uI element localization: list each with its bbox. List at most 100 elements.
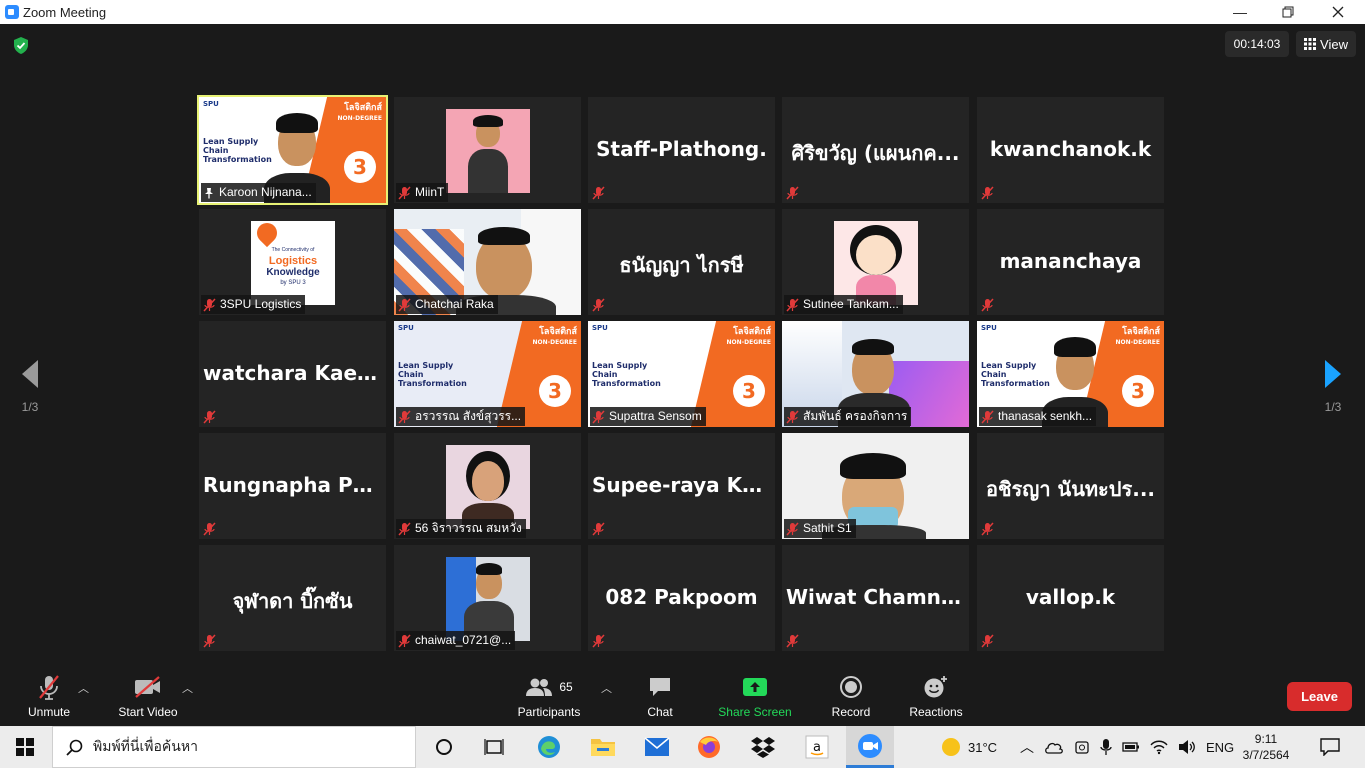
- firefox-button[interactable]: [688, 726, 730, 768]
- slide-course: Lean Supply Chain Transformation: [398, 361, 467, 388]
- pager-left[interactable]: 1/3: [18, 358, 42, 414]
- minimize-button[interactable]: —: [1217, 0, 1263, 24]
- start-button[interactable]: [0, 726, 50, 768]
- slide-course: Lean Supply Chain Transformation: [981, 361, 1050, 388]
- participant-display-name: อชิรญา นันทะปร...: [985, 477, 1156, 501]
- participant-tile[interactable]: ธนัญญา ไกรษี: [588, 209, 775, 315]
- leave-button[interactable]: Leave: [1287, 682, 1352, 711]
- clock[interactable]: 9:11 3/7/2564: [1236, 726, 1296, 768]
- next-page-icon[interactable]: [1321, 358, 1345, 390]
- participant-tile[interactable]: สัมพันธ์ ครองกิจการ: [782, 321, 969, 427]
- muted-mic-icon: [981, 633, 994, 648]
- battery-icon[interactable]: [1122, 741, 1140, 753]
- record-label: Record: [831, 705, 871, 719]
- unmute-button[interactable]: Unmute: [18, 664, 80, 724]
- participants-button[interactable]: 65 Participants: [512, 664, 586, 724]
- participant-tile[interactable]: Staff-Plathong.: [588, 97, 775, 203]
- participant-tile[interactable]: watchara Kaewt...: [199, 321, 386, 427]
- muted-mic-icon: [592, 633, 605, 648]
- participant-display-name: จุฬาดา บิ๊กซัน: [232, 589, 353, 613]
- window-titlebar: Zoom Meeting —: [0, 0, 1365, 24]
- participants-label: Participants: [517, 705, 581, 719]
- muted-mic-icon: [786, 185, 799, 200]
- share-screen-button[interactable]: Share Screen: [712, 664, 798, 724]
- meeting-toolbar: Unmute ︿ Start Video ︿ 65 Participants ︿…: [0, 664, 1365, 724]
- participant-name-tag: [590, 183, 609, 202]
- windows-logo-icon: [16, 738, 34, 756]
- task-view-button[interactable]: [474, 726, 514, 768]
- participant-tile[interactable]: 082 Pakpoom: [588, 545, 775, 651]
- participant-name-tag: อรวรรณ สังข์สุวรร...: [396, 407, 526, 426]
- participant-name-tag: [590, 631, 609, 650]
- view-button[interactable]: View: [1296, 31, 1356, 57]
- folder-icon: [591, 739, 615, 756]
- audio-options-chevron-up-icon[interactable]: ︿: [78, 680, 89, 696]
- mail-button[interactable]: [636, 726, 678, 768]
- dropbox-button[interactable]: [742, 726, 784, 768]
- participant-hair: [473, 115, 503, 127]
- muted-mic-icon: [203, 521, 216, 536]
- participant-name-tag: [784, 631, 803, 650]
- participant-tile[interactable]: SPU Lean Supply Chain Transformation โลจิส…: [197, 95, 388, 205]
- weather-widget[interactable]: 31°C: [940, 726, 997, 768]
- chat-icon: [650, 678, 670, 696]
- participant-tile[interactable]: Sutinee Tankam...: [782, 209, 969, 315]
- close-button[interactable]: [1315, 0, 1361, 24]
- security-shield-icon[interactable]: [12, 36, 30, 55]
- show-hidden-icons-chevron-icon[interactable]: ︿: [1020, 737, 1034, 757]
- share-screen-label: Share Screen: [718, 705, 792, 719]
- slide-course: Lean Supply Chain Transformation: [203, 137, 272, 164]
- zoom-taskbar-button[interactable]: [846, 726, 894, 768]
- participant-name-tag: Chatchai Raka: [396, 295, 498, 314]
- participant-tile[interactable]: ศิริขวัญ (แผนกค...: [782, 97, 969, 203]
- zoom-app-icon: [5, 5, 19, 19]
- chat-button[interactable]: Chat: [636, 664, 684, 724]
- participant-name: Sutinee Tankam...: [803, 297, 899, 311]
- participant-tile[interactable]: SPU Lean Supply Chain Transformation โลจิส…: [977, 321, 1164, 427]
- input-language[interactable]: ENG: [1206, 740, 1234, 755]
- pager-right[interactable]: 1/3: [1321, 358, 1345, 414]
- participant-tile[interactable]: SPU Lean Supply Chain Transformation โลจิส…: [394, 321, 581, 427]
- participant-tile[interactable]: kwanchanok.k: [977, 97, 1164, 203]
- file-explorer-button[interactable]: [582, 726, 624, 768]
- video-options-chevron-up-icon[interactable]: ︿: [182, 680, 193, 696]
- start-video-button[interactable]: Start Video: [112, 664, 184, 724]
- participants-options-chevron-up-icon[interactable]: ︿: [601, 680, 612, 696]
- participant-tile[interactable]: จุฬาดา บิ๊กซัน: [199, 545, 386, 651]
- wifi-icon[interactable]: [1150, 739, 1168, 755]
- onedrive-cloud-icon[interactable]: [1044, 740, 1064, 754]
- participant-display-name: Wiwat Chamna...: [786, 585, 969, 609]
- record-button[interactable]: Record: [824, 664, 878, 724]
- participant-name: 3SPU Logistics: [220, 297, 302, 311]
- participant-tile[interactable]: Supee-raya Krit...: [588, 433, 775, 539]
- participant-video: [446, 109, 530, 193]
- participant-tile[interactable]: Chatchai Raka: [394, 209, 581, 315]
- participant-tile[interactable]: SPU Lean Supply Chain Transformation โลจิส…: [588, 321, 775, 427]
- volume-icon[interactable]: [1178, 739, 1196, 755]
- notification-center-button[interactable]: [1308, 726, 1352, 768]
- participant-tile[interactable]: Rungnapha Pon...: [199, 433, 386, 539]
- participant-tile[interactable]: Sathit S1: [782, 433, 969, 539]
- participant-tile[interactable]: MiinT: [394, 97, 581, 203]
- camera-tray-icon[interactable]: [1074, 739, 1090, 755]
- participant-tile[interactable]: chaiwat_0721@...: [394, 545, 581, 651]
- amazon-button[interactable]: a: [796, 726, 838, 768]
- taskbar-search-box[interactable]: พิมพ์ที่นี่เพื่อค้นหา: [52, 726, 416, 768]
- restore-button[interactable]: [1265, 0, 1311, 24]
- participant-tile[interactable]: The Connectivity of Logistics Knowledge by …: [199, 209, 386, 315]
- reactions-button[interactable]: Reactions: [904, 664, 968, 724]
- edge-browser-button[interactable]: [528, 726, 570, 768]
- slide-title: โลจิสติกส์ NON-DEGREE: [1116, 327, 1160, 348]
- cortana-button[interactable]: [424, 726, 464, 768]
- participant-tile[interactable]: vallop.k: [977, 545, 1164, 651]
- participant-name: Karoon Nijnana...: [219, 185, 312, 199]
- participant-tile[interactable]: 56 จิราวรรณ สมหวัง: [394, 433, 581, 539]
- participant-tile[interactable]: mananchaya: [977, 209, 1164, 315]
- participant-tile[interactable]: Wiwat Chamna...: [782, 545, 969, 651]
- participant-display-name: ศิริขวัญ (แผนกค...: [791, 141, 960, 165]
- microphone-tray-icon[interactable]: [1100, 738, 1112, 756]
- prev-page-icon[interactable]: [18, 358, 42, 390]
- slide-subtitle: NON-DEGREE: [532, 339, 577, 346]
- cartoon-face: [856, 235, 896, 275]
- participant-tile[interactable]: อชิรญา นันทะปร...: [977, 433, 1164, 539]
